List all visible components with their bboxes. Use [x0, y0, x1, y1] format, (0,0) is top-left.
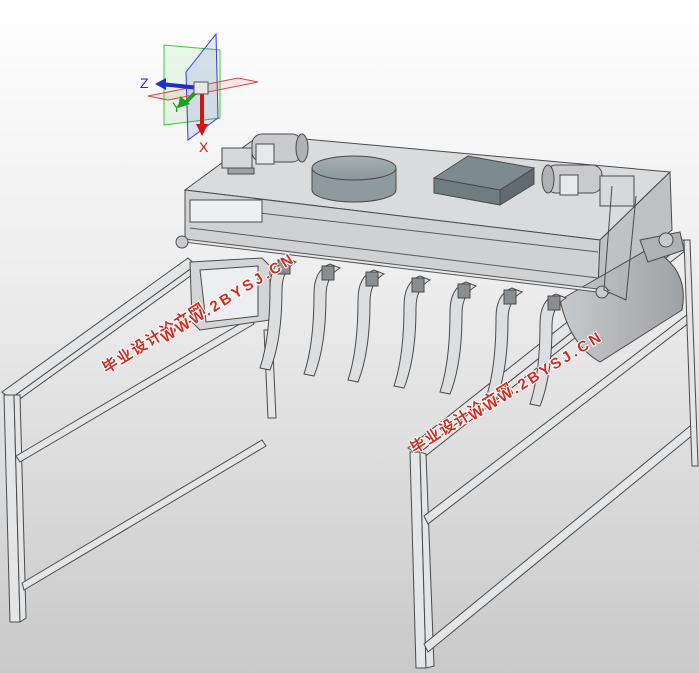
- tine-clamp: [457, 283, 471, 299]
- z-axis-label: Z: [140, 75, 149, 91]
- x-axis-label: X: [199, 139, 209, 155]
- tine: [347, 269, 386, 383]
- tine-clamp: [547, 295, 561, 311]
- tine: [393, 275, 432, 389]
- y-axis-label: Y: [172, 99, 182, 115]
- tine: [303, 263, 342, 377]
- tine-clamp: [503, 289, 517, 305]
- tine-clamp: [411, 277, 425, 293]
- triad-origin: [193, 81, 209, 95]
- tine-clamp: [321, 265, 335, 281]
- coordinate-triad[interactable]: Z Y X: [140, 32, 259, 155]
- cylinder-hopper: [311, 155, 397, 203]
- tine-clamp: [365, 271, 379, 287]
- tine: [439, 281, 478, 395]
- cad-viewport[interactable]: Z Y X 毕业设计论文网 WWW.2BYSJ.CN 毕业设计论文网 WWW.2…: [0, 0, 699, 673]
